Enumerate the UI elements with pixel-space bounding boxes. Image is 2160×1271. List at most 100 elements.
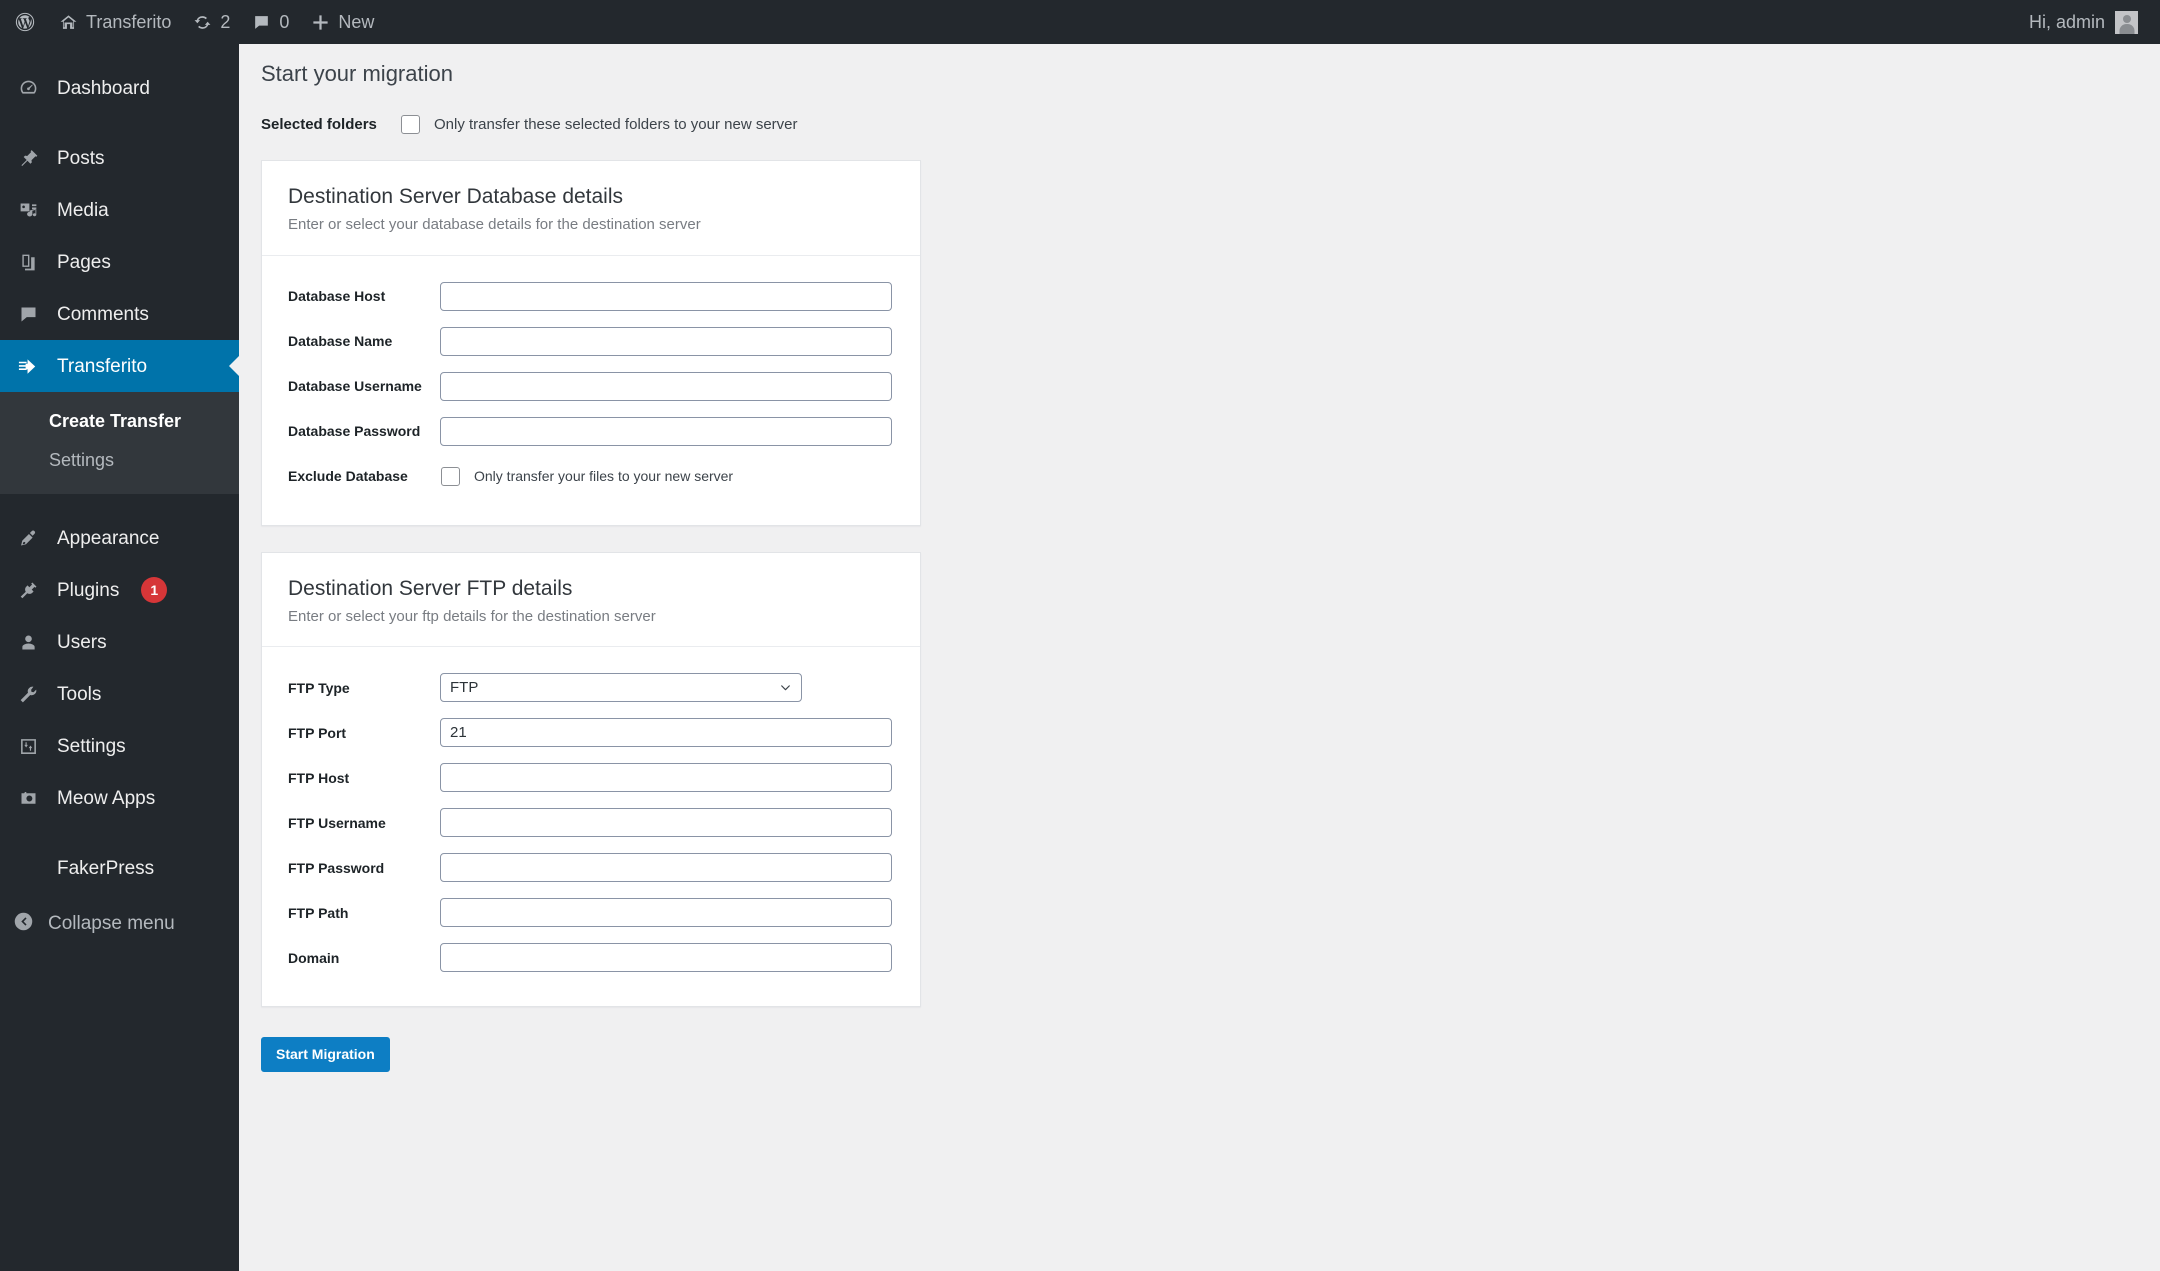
selected-folders-label: Selected folders: [261, 115, 377, 133]
sidebar-item-posts[interactable]: Posts: [0, 132, 239, 184]
sidebar-item-label: Meow Apps: [57, 787, 156, 809]
my-account-menu[interactable]: Hi, admin: [2028, 10, 2160, 34]
ftp-path-input[interactable]: [440, 898, 892, 928]
plus-icon: [311, 13, 330, 32]
sidebar-item-settings[interactable]: Settings: [0, 720, 239, 772]
updates-menu[interactable]: 2: [182, 0, 241, 44]
collapse-menu-button[interactable]: Collapse menu: [0, 898, 239, 950]
sidebar-item-label: Settings: [57, 735, 126, 757]
home-icon: [59, 13, 78, 32]
sidebar-item-transferito[interactable]: Transferito: [0, 340, 240, 392]
ftp-host-label: FTP Host: [288, 769, 350, 786]
database-details-card: Destination Server Database details Ente…: [261, 159, 921, 526]
pin-icon: [13, 148, 43, 169]
field-row-database-host: Database Host: [288, 274, 894, 319]
dashboard-icon: [13, 78, 43, 99]
sidebar-item-label: Transferito: [57, 355, 148, 377]
sidebar-item-comments[interactable]: Comments: [0, 288, 239, 340]
comments-count: 0: [279, 11, 290, 32]
database-username-input[interactable]: [440, 371, 892, 401]
field-row-database-password: Database Password: [288, 409, 894, 454]
selected-folders-checkbox[interactable]: [401, 114, 420, 134]
sidebar-item-label: Comments: [57, 303, 149, 325]
ftp-card-subtitle: Enter or select your ftp details for the…: [288, 607, 656, 625]
selected-folders-checkbox-label: Only transfer these selected folders to …: [434, 115, 798, 133]
database-host-label: Database Host: [288, 288, 386, 305]
database-card-title: Destination Server Database details: [288, 184, 624, 208]
avatar: [2115, 10, 2138, 34]
exclude-database-checkbox[interactable]: [441, 466, 460, 486]
wordpress-logo-icon: [14, 11, 36, 33]
page-title: Start your migration: [261, 61, 453, 86]
ftp-card-header: Destination Server FTP details Enter or …: [262, 553, 920, 648]
chevron-down-icon: [778, 681, 792, 695]
ftp-path-label: FTP Path: [288, 904, 349, 921]
comment-bubble-icon: [13, 304, 43, 325]
menu-spacer-1: [0, 114, 239, 132]
sidebar-item-plugins[interactable]: Plugins 1: [0, 564, 239, 616]
menu-spacer-3: [0, 824, 239, 842]
sidebar-item-pages[interactable]: Pages: [0, 236, 239, 288]
ftp-type-selected-value: FTP: [450, 679, 479, 697]
ftp-card-body: FTP Type FTP FTP Port FTP Host: [262, 647, 920, 1006]
site-name-menu[interactable]: Transferito: [48, 0, 182, 44]
field-row-ftp-host: FTP Host: [288, 755, 894, 800]
sidebar-item-users[interactable]: Users: [0, 616, 239, 668]
comments-menu[interactable]: 0: [241, 0, 300, 44]
site-name-label: Transferito: [86, 11, 172, 32]
collapse-arrow-icon: [13, 911, 34, 938]
ftp-port-label: FTP Port: [288, 724, 347, 741]
sidebar-item-fakerpress[interactable]: FakerPress: [0, 842, 239, 894]
wordpress-logo-button[interactable]: [0, 0, 48, 44]
ftp-details-card: Destination Server FTP details Enter or …: [261, 551, 921, 1008]
sidebar-item-appearance[interactable]: Appearance: [0, 512, 239, 564]
database-password-input[interactable]: [440, 416, 892, 446]
sidebar-item-meow-apps[interactable]: Meow Apps: [0, 772, 239, 824]
new-content-menu[interactable]: New: [300, 0, 385, 44]
exclude-database-label: Exclude Database: [288, 468, 408, 485]
database-name-label: Database Name: [288, 333, 393, 350]
sidebar-item-label: Tools: [57, 683, 102, 705]
database-host-input[interactable]: [440, 281, 892, 311]
sidebar-item-label: Media: [57, 199, 109, 221]
exclude-database-row: Exclude Database Only transfer your file…: [288, 454, 894, 499]
sidebar-item-label: Plugins: [57, 579, 120, 601]
sidebar-item-label: Appearance: [57, 527, 160, 549]
ftp-type-select[interactable]: FTP: [440, 673, 802, 703]
brush-icon: [13, 528, 43, 549]
field-row-ftp-username: FTP Username: [288, 800, 894, 845]
sidebar-item-label: Pages: [57, 251, 111, 273]
ftp-card-title: Destination Server FTP details: [288, 576, 573, 600]
domain-input[interactable]: [440, 943, 892, 973]
selected-folders-row: Selected folders Only transfer these sel…: [239, 90, 2160, 134]
ftp-username-input[interactable]: [440, 808, 892, 838]
field-row-database-username: Database Username: [288, 364, 894, 409]
transferito-icon: [13, 355, 43, 378]
wrench-icon: [13, 684, 43, 705]
sidebar-item-media[interactable]: Media: [0, 184, 239, 236]
database-card-header: Destination Server Database details Ente…: [262, 161, 920, 256]
start-migration-button[interactable]: Start Migration: [261, 1037, 390, 1073]
database-card-subtitle: Enter or select your database details fo…: [288, 216, 701, 234]
field-row-database-name: Database Name: [288, 319, 894, 364]
sidebar-item-tools[interactable]: Tools: [0, 668, 239, 720]
ftp-password-input[interactable]: [440, 853, 892, 883]
collapse-menu-label: Collapse menu: [48, 913, 175, 934]
ftp-port-input[interactable]: [440, 718, 892, 748]
sidebar-submenu-transferito: Create Transfer Settings: [0, 392, 239, 494]
exclude-database-checkbox-label: Only transfer your files to your new ser…: [474, 468, 734, 485]
updates-count: 2: [220, 11, 231, 32]
field-row-ftp-path: FTP Path: [288, 890, 894, 935]
sidebar-item-dashboard[interactable]: Dashboard: [0, 62, 239, 114]
user-icon: [13, 632, 43, 653]
database-card-body: Database Host Database Name Database Use…: [262, 256, 920, 525]
sidebar-subitem-create-transfer[interactable]: Create Transfer: [0, 402, 239, 441]
field-row-ftp-password: FTP Password: [288, 845, 894, 890]
sidebar-subitem-settings[interactable]: Settings: [0, 441, 239, 480]
menu-spacer-2: [0, 494, 239, 512]
sidebar-item-label: FakerPress: [57, 857, 155, 879]
ftp-host-input[interactable]: [440, 763, 892, 793]
greeting-label: Hi, admin: [2028, 11, 2105, 32]
database-name-input[interactable]: [440, 326, 892, 356]
new-content-label: New: [338, 11, 375, 32]
